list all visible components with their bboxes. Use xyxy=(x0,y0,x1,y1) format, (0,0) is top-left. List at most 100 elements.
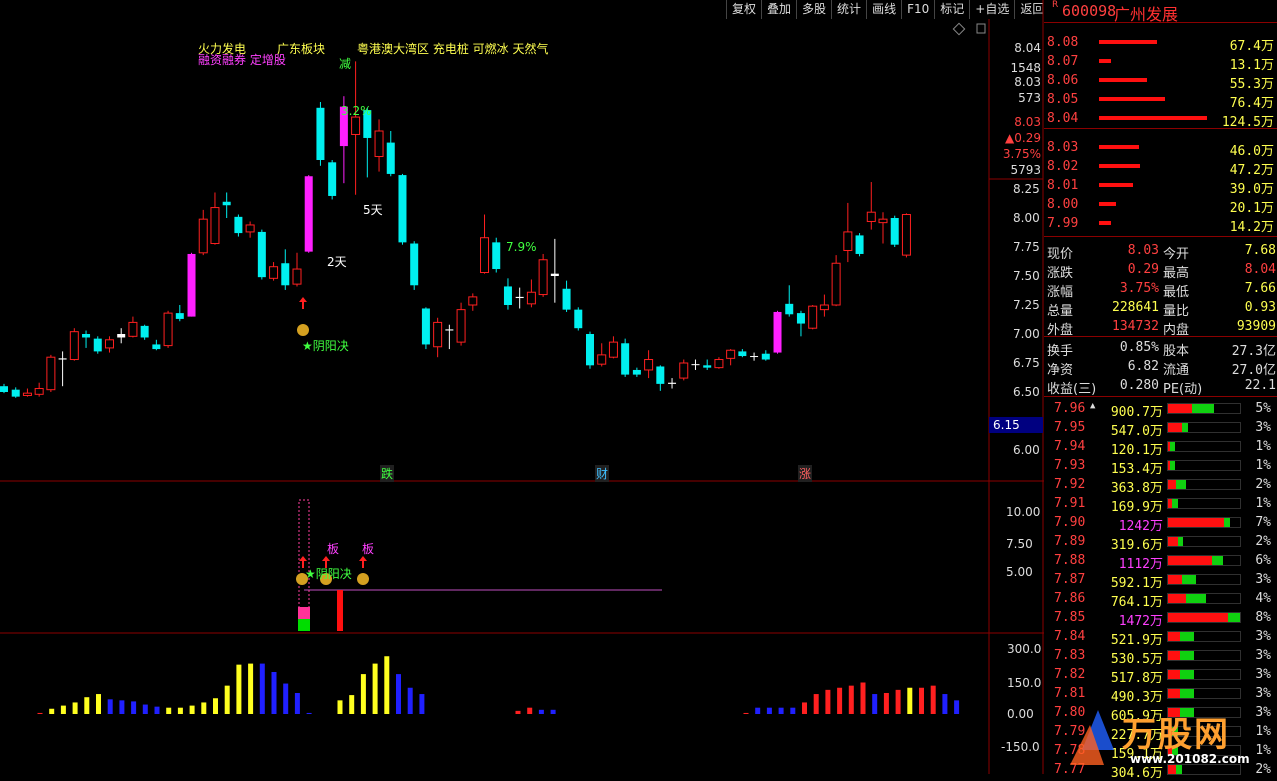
volume-bar xyxy=(883,693,889,714)
ask-row[interactable]: 8.06 55.3万 xyxy=(1044,71,1277,92)
stock-name[interactable]: 广州发展 xyxy=(1114,1,1178,25)
trade-row[interactable]: 7.95 547.0万 3% xyxy=(1044,418,1277,439)
candle-body xyxy=(632,369,641,375)
candle-body xyxy=(281,263,290,286)
volume-bar xyxy=(84,697,90,714)
candle-body xyxy=(257,231,266,278)
bid-volume-bar xyxy=(1099,164,1140,168)
trade-row[interactable]: 7.92 363.8万 2% xyxy=(1044,475,1277,496)
ask-row[interactable]: 8.08 67.4万 xyxy=(1044,33,1277,54)
trade-bar-sell xyxy=(1180,670,1194,679)
trade-price: 7.89 xyxy=(1054,534,1086,549)
volume-bar xyxy=(131,701,137,714)
candle-body xyxy=(351,116,361,135)
volume-bar xyxy=(294,693,300,714)
stat-value: 6.82 xyxy=(1127,359,1159,374)
bid-row[interactable]: 8.01 39.0万 xyxy=(1044,176,1277,197)
trade-bar-buy xyxy=(1168,480,1176,489)
trade-row[interactable]: 7.96 ▲ 900.7万 5% xyxy=(1044,399,1277,420)
ask-volume-bar xyxy=(1099,78,1147,82)
stat-row: 涨幅 3.75% 最低 7.66 xyxy=(1044,279,1277,300)
bid-price: 7.99 xyxy=(1047,216,1079,231)
trade-bar-sell xyxy=(1176,480,1186,489)
ask-row[interactable]: 8.07 13.1万 xyxy=(1044,52,1277,73)
money-bag-icon xyxy=(357,573,369,585)
bottom-mark-zhang: 涨 xyxy=(798,465,813,482)
volume-bar xyxy=(515,710,521,714)
trade-row[interactable]: 7.83 530.5万 3% xyxy=(1044,646,1277,667)
trade-row[interactable]: 7.84 521.9万 3% xyxy=(1044,627,1277,648)
volume-bar xyxy=(755,707,761,714)
mini-panel-value: 8.04 xyxy=(1014,41,1041,55)
stat-value: 8.04 xyxy=(1244,262,1276,277)
stat-row: 净资 6.82 流通 27.0亿 xyxy=(1044,357,1277,378)
ask-row[interactable]: 8.04 124.5万 xyxy=(1044,109,1277,130)
candle-body xyxy=(890,218,899,245)
volume-bar xyxy=(813,694,819,714)
chart-area[interactable] xyxy=(0,0,1044,774)
trade-pct: 1% xyxy=(1255,496,1271,511)
candle-body xyxy=(198,218,208,254)
volume-bar xyxy=(538,709,544,714)
trade-bar-sell xyxy=(1172,499,1178,508)
trade-row[interactable]: 7.93 153.4万 1% xyxy=(1044,456,1277,477)
trade-bar-buy xyxy=(1168,651,1180,660)
trade-row[interactable]: 7.82 517.8万 3% xyxy=(1044,665,1277,686)
bid-row[interactable]: 8.00 20.1万 xyxy=(1044,195,1277,216)
bid-row[interactable]: 8.02 47.2万 xyxy=(1044,157,1277,178)
volume-bar xyxy=(236,664,242,714)
volume-bar xyxy=(372,663,378,714)
trade-row[interactable]: 7.90 1242万 7% xyxy=(1044,513,1277,534)
candle-body xyxy=(117,334,126,338)
signal-yinyang: ★阴阳决 xyxy=(302,339,349,353)
diamond-icon xyxy=(952,22,966,36)
volume-bar xyxy=(271,672,277,714)
stock-code[interactable]: 600098 xyxy=(1062,2,1116,20)
candle-body xyxy=(703,365,712,368)
candle-body xyxy=(750,356,759,358)
bid-volume-bar xyxy=(1099,183,1133,187)
trade-row[interactable]: 7.88 1112万 6% xyxy=(1044,551,1277,572)
trade-row[interactable]: 7.86 764.1万 4% xyxy=(1044,589,1277,610)
candle-body xyxy=(245,224,255,233)
trade-row[interactable]: 7.85 1472万 8% xyxy=(1044,608,1277,629)
trade-row[interactable]: 7.91 169.9万 1% xyxy=(1044,494,1277,515)
concept-tags-right: 粤港澳大湾区 充电桩 可燃冰 天然气 xyxy=(357,42,549,56)
stat-value: 3.75% xyxy=(1119,281,1159,296)
up-arrow-icon xyxy=(359,556,367,568)
trade-price: 7.94 xyxy=(1054,439,1086,454)
volume-bar xyxy=(306,712,312,714)
indicator-tick: 5.00 xyxy=(1006,565,1033,579)
bid-price: 8.02 xyxy=(1047,159,1079,174)
candle-body xyxy=(328,162,337,196)
trade-bar-frame xyxy=(1167,441,1241,452)
candle-body xyxy=(550,273,559,276)
candle-body xyxy=(46,356,56,391)
candle-body xyxy=(222,201,231,206)
candle-body xyxy=(316,107,325,160)
volume-bar xyxy=(954,700,960,714)
volume-bars xyxy=(37,656,960,714)
stat-value: 134732 xyxy=(1112,319,1159,334)
watermark-url: www.201082.com xyxy=(1130,752,1250,766)
trade-row[interactable]: 7.89 319.6万 2% xyxy=(1044,532,1277,553)
bid-row[interactable]: 7.99 14.2万 xyxy=(1044,214,1277,235)
trade-bar-buy xyxy=(1168,613,1228,622)
price-tick: 8.25 xyxy=(1013,182,1040,196)
candle-body xyxy=(714,359,724,369)
signal-ban-1: 板 xyxy=(327,542,340,556)
window-icon xyxy=(976,23,986,34)
stat-row: 换手 0.85% 股本 27.3亿 xyxy=(1044,338,1277,359)
bid-row[interactable]: 8.03 46.0万 xyxy=(1044,138,1277,159)
volume-bar xyxy=(189,705,195,714)
price-tick: 7.00 xyxy=(1013,327,1040,341)
volume-bar xyxy=(107,699,113,714)
trade-row[interactable]: 7.87 592.1万 3% xyxy=(1044,570,1277,591)
trade-bar-buy xyxy=(1168,689,1180,698)
trade-bar-sell xyxy=(1170,442,1175,451)
indicator-tick: 10.00 xyxy=(1006,505,1041,519)
trade-row[interactable]: 7.94 120.1万 1% xyxy=(1044,437,1277,458)
ask-row[interactable]: 8.05 76.4万 xyxy=(1044,90,1277,111)
candle-body xyxy=(163,312,173,347)
trade-row[interactable]: 7.81 490.3万 3% xyxy=(1044,684,1277,705)
